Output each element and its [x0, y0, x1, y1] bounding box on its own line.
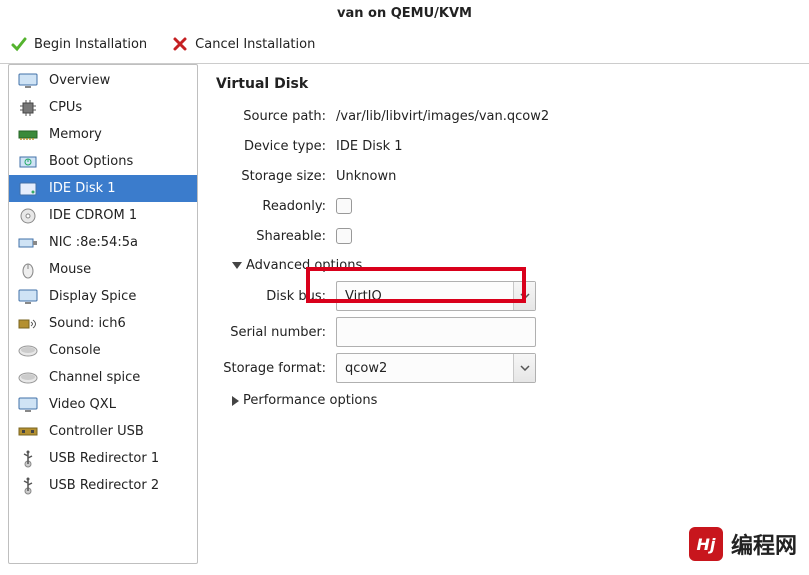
triangle-right-icon [232, 396, 239, 406]
nic-icon [17, 234, 39, 252]
disk-bus-combo[interactable]: VirtIO [336, 281, 536, 311]
cancel-installation-button[interactable]: Cancel Installation [171, 35, 315, 53]
sidebar-item-usb-redirector-2[interactable]: USB Redirector 2 [9, 472, 197, 499]
readonly-checkbox[interactable] [336, 198, 352, 214]
serial-number-input[interactable] [336, 317, 536, 347]
sidebar-item-channel-spice[interactable]: Channel spice [9, 364, 197, 391]
sidebar-item-label: Boot Options [49, 154, 133, 169]
monitor-icon [17, 396, 39, 414]
advanced-options-label: Advanced options [246, 258, 362, 273]
sidebar-item-label: Controller USB [49, 424, 144, 439]
console-icon [17, 342, 39, 360]
sidebar-item-label: Memory [49, 127, 102, 142]
sidebar-item-console[interactable]: Console [9, 337, 197, 364]
sidebar-item-video-qxl[interactable]: Video QXL [9, 391, 197, 418]
usb-ctrl-icon [17, 423, 39, 441]
sidebar-item-display-spice[interactable]: Display Spice [9, 283, 197, 310]
sidebar-item-label: CPUs [49, 100, 82, 115]
cpu-icon [17, 99, 39, 117]
console-icon [17, 369, 39, 387]
boot-icon [17, 153, 39, 171]
sidebar-item-nic-8e-54-5a[interactable]: NIC :8e:54:5a [9, 229, 197, 256]
cdrom-icon [17, 207, 39, 225]
storage-format-label: Storage format: [216, 361, 336, 376]
performance-options-toggle[interactable]: Performance options [232, 393, 791, 408]
sidebar-item-overview[interactable]: Overview [9, 67, 197, 94]
sidebar-item-boot-options[interactable]: Boot Options [9, 148, 197, 175]
cancel-label: Cancel Installation [195, 37, 315, 52]
sidebar-item-label: NIC :8e:54:5a [49, 235, 138, 250]
main-area: Overview CPUs Memory Boot Options IDE Disk 1… [0, 63, 809, 564]
triangle-down-icon [232, 262, 242, 269]
begin-label: Begin Installation [34, 37, 147, 52]
sidebar-item-ide-disk-1[interactable]: IDE Disk 1 [9, 175, 197, 202]
serial-number-label: Serial number: [216, 325, 336, 340]
sound-icon [17, 315, 39, 333]
panel-heading: Virtual Disk [216, 76, 791, 92]
sidebar-item-label: Overview [49, 73, 110, 88]
storage-size-value: Unknown [336, 169, 791, 184]
sidebar-item-mouse[interactable]: Mouse [9, 256, 197, 283]
chevron-down-icon [513, 354, 535, 382]
storage-format-combo[interactable]: qcow2 [336, 353, 536, 383]
device-type-label: Device type: [216, 139, 336, 154]
mouse-icon [17, 261, 39, 279]
sidebar-item-cpus[interactable]: CPUs [9, 94, 197, 121]
sidebar-item-controller-usb[interactable]: Controller USB [9, 418, 197, 445]
sidebar-item-label: IDE CDROM 1 [49, 208, 137, 223]
source-path-value: /var/lib/libvirt/images/van.qcow2 [336, 109, 791, 124]
chevron-down-icon [513, 282, 535, 310]
monitor-icon [17, 288, 39, 306]
sidebar-item-memory[interactable]: Memory [9, 121, 197, 148]
window-title: van on QEMU/KVM [0, 0, 809, 31]
monitor-icon [17, 72, 39, 90]
sidebar-item-label: Channel spice [49, 370, 140, 385]
watermark: Hj 编程网 [689, 527, 797, 561]
disk-bus-label: Disk bus: [216, 289, 336, 304]
sidebar-item-ide-cdrom-1[interactable]: IDE CDROM 1 [9, 202, 197, 229]
watermark-text: 编程网 [731, 528, 797, 560]
readonly-label: Readonly: [216, 199, 336, 214]
performance-options-label: Performance options [243, 393, 377, 408]
sidebar-item-label: IDE Disk 1 [49, 181, 116, 196]
sidebar-item-label: USB Redirector 1 [49, 451, 159, 466]
sidebar-item-label: Console [49, 343, 101, 358]
sidebar-item-label: Mouse [49, 262, 91, 277]
cancel-icon [171, 35, 189, 53]
memory-icon [17, 126, 39, 144]
storage-size-label: Storage size: [216, 169, 336, 184]
hardware-sidebar: Overview CPUs Memory Boot Options IDE Disk 1… [8, 64, 198, 564]
sidebar-item-label: Video QXL [49, 397, 116, 412]
check-icon [10, 35, 28, 53]
sidebar-item-label: Display Spice [49, 289, 136, 304]
begin-installation-button[interactable]: Begin Installation [10, 35, 147, 53]
sidebar-item-sound-ich6[interactable]: Sound: ich6 [9, 310, 197, 337]
disk-icon [17, 180, 39, 198]
watermark-logo: Hj [689, 527, 723, 561]
disk-bus-value: VirtIO [345, 289, 382, 304]
shareable-label: Shareable: [216, 229, 336, 244]
toolbar: Begin Installation Cancel Installation [0, 31, 809, 63]
source-path-label: Source path: [216, 109, 336, 124]
usb-icon [17, 450, 39, 468]
sidebar-item-usb-redirector-1[interactable]: USB Redirector 1 [9, 445, 197, 472]
storage-format-value: qcow2 [345, 361, 387, 376]
detail-panel: Virtual Disk Source path: /var/lib/libvi… [198, 64, 809, 564]
sidebar-item-label: USB Redirector 2 [49, 478, 159, 493]
sidebar-item-label: Sound: ich6 [49, 316, 126, 331]
device-type-value: IDE Disk 1 [336, 139, 791, 154]
usb-icon [17, 477, 39, 495]
shareable-checkbox[interactable] [336, 228, 352, 244]
advanced-options-toggle[interactable]: Advanced options [232, 258, 791, 273]
